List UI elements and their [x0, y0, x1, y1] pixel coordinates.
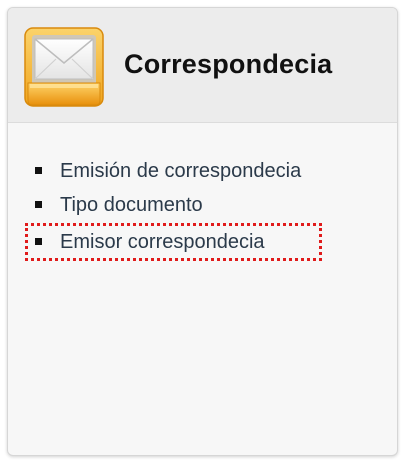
panel-title: Correspondecia: [124, 49, 333, 79]
panel-header: Correspondecia: [8, 8, 397, 123]
bullet-icon: [35, 167, 42, 174]
emision-correspondencia-link[interactable]: Emisión de correspondecia: [60, 156, 301, 186]
list-item: Emisión de correspondecia: [8, 156, 397, 186]
emisor-correspondencia-link[interactable]: Emisor correspondecia: [60, 227, 265, 257]
correspondence-panel: Correspondecia Emisión de correspondecia…: [7, 7, 398, 456]
list-item: Tipo documento: [8, 190, 397, 220]
bullet-icon: [35, 201, 42, 208]
tipo-documento-link[interactable]: Tipo documento: [60, 190, 203, 220]
mail-tray-icon: [24, 27, 104, 107]
list-item: Emisor correspondecia: [8, 227, 397, 257]
bullet-icon: [35, 238, 42, 245]
